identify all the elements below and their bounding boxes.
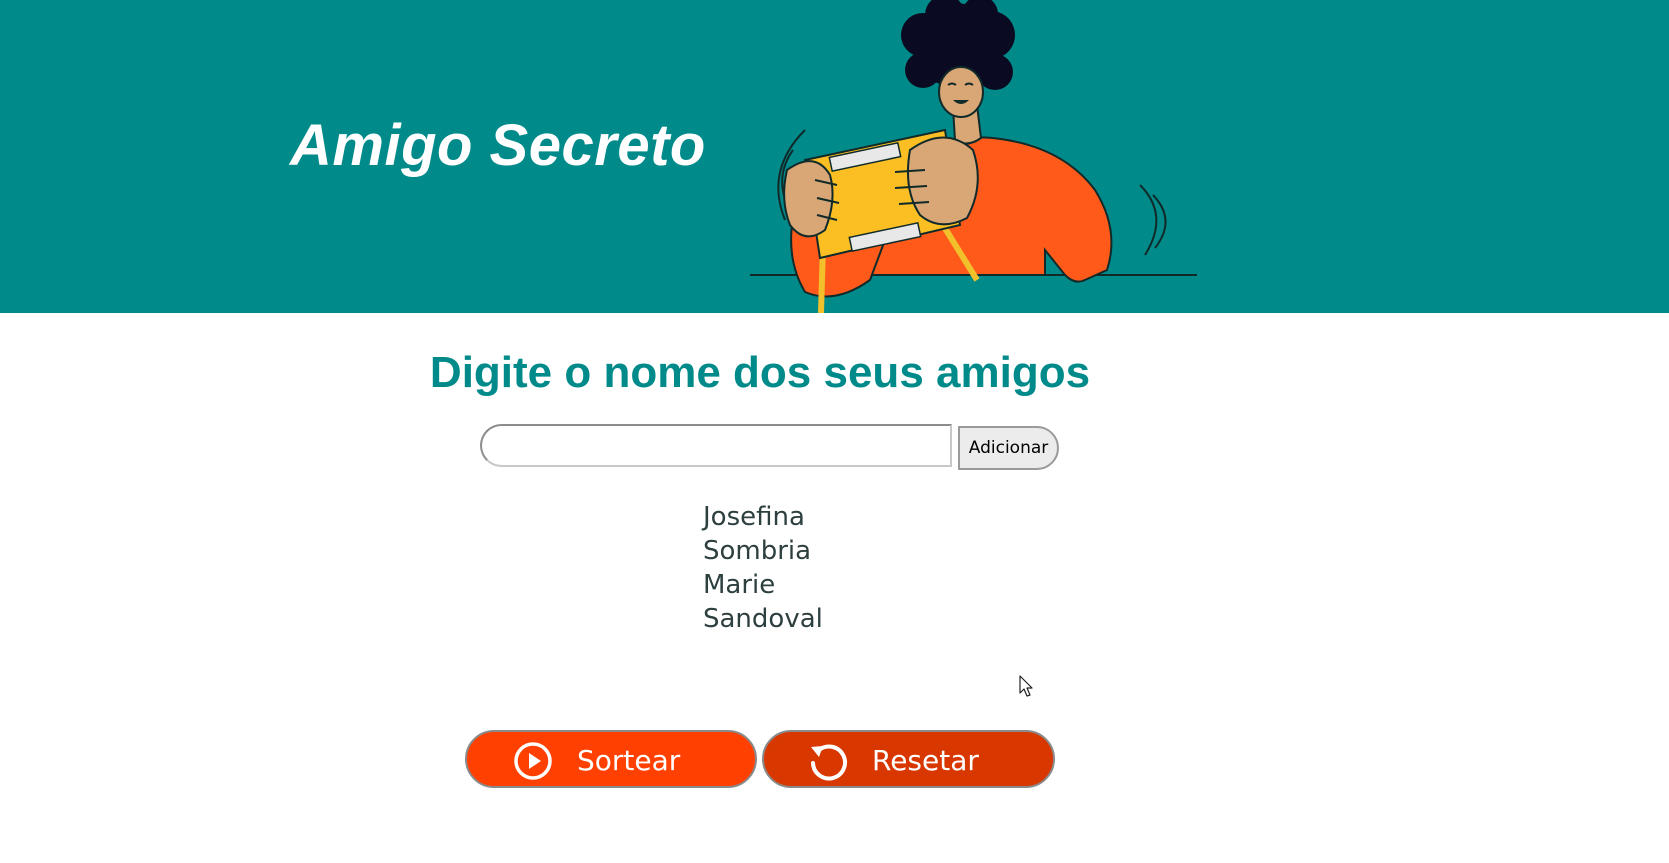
friend-name-input[interactable] (480, 424, 952, 467)
friend-list: Josefina Sombria Marie Sandoval (703, 500, 823, 636)
list-item: Sombria (703, 536, 812, 566)
mouse-pointer-icon (1019, 675, 1033, 697)
add-button[interactable]: Adicionar (958, 426, 1059, 470)
list-item: Josefina (703, 502, 805, 532)
person-playing-game-illustration (750, 0, 1197, 313)
list-item: Sandoval (703, 604, 823, 634)
app-title: Amigo Secreto (290, 113, 706, 178)
draw-button[interactable]: Sortear (465, 730, 757, 788)
section-title: Digite o nome dos seus amigos (429, 348, 1091, 397)
play-circle-icon (514, 742, 552, 780)
draw-button-label: Sortear (577, 744, 681, 777)
reset-arrow-icon (811, 744, 847, 781)
reset-button[interactable]: Resetar (762, 730, 1055, 788)
reset-button-label: Resetar (872, 744, 979, 777)
list-item: Marie (703, 570, 776, 600)
header-banner: Amigo Secreto (0, 0, 1669, 313)
